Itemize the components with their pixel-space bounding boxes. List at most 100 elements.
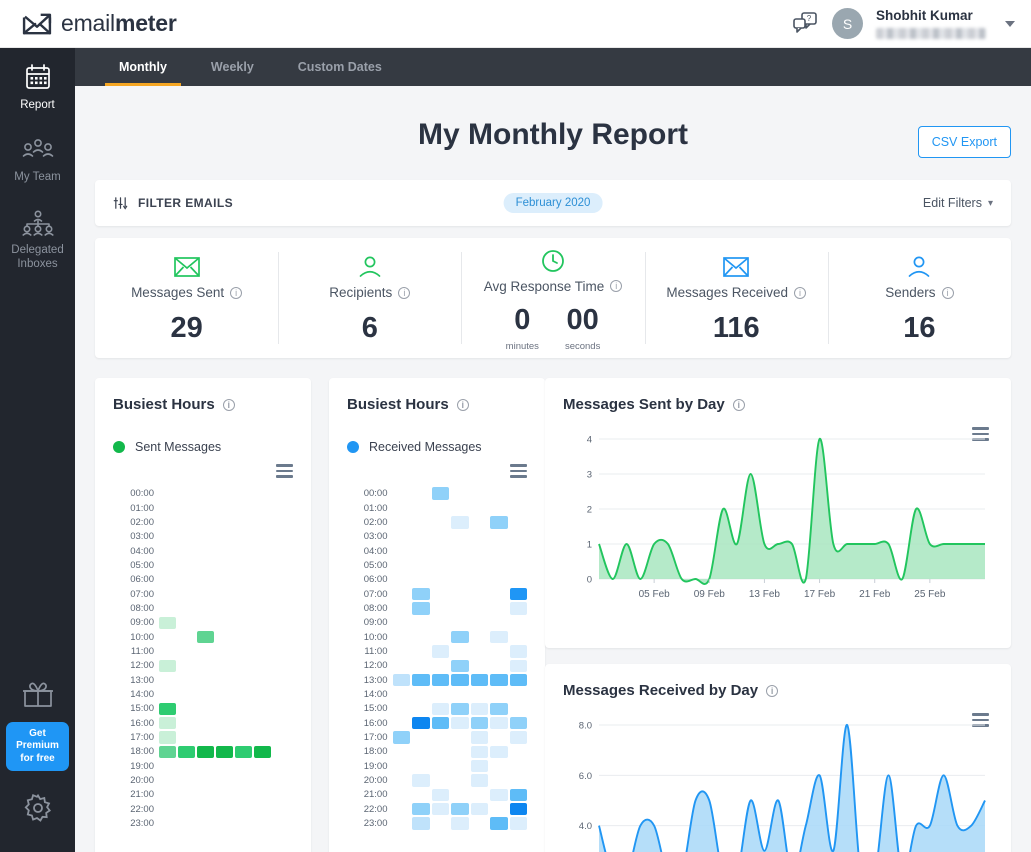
heatmap-cell[interactable] [451,817,469,830]
avatar[interactable]: S [832,8,863,39]
heatmap-cell[interactable] [432,803,450,816]
info-icon[interactable]: i [398,287,410,299]
edit-filters-button[interactable]: Edit Filters ▾ [923,196,993,210]
heatmap-cell[interactable] [197,631,214,644]
heatmap-cell[interactable] [510,602,528,615]
heatmap-cell[interactable] [432,789,450,802]
help-chat-icon[interactable]: ? [791,10,819,38]
heatmap-cell[interactable] [451,674,469,687]
heatmap-cell[interactable] [490,516,508,529]
sidebar-item-report[interactable]: Report [0,48,75,122]
heatmap-cell[interactable] [254,746,271,759]
heatmap-cell[interactable] [490,703,508,716]
heatmap-cell[interactable] [490,817,508,830]
hamburger-menu-icon[interactable] [276,464,293,481]
chevron-down-icon[interactable] [1005,21,1015,27]
heatmap-cell[interactable] [178,746,195,759]
legend-sent[interactable]: Sent Messages [113,440,293,454]
heatmap-cell[interactable] [510,645,528,658]
heatmap-cell [216,545,233,558]
heatmap-cell[interactable] [510,731,528,744]
envelope-arrow-icon [22,12,52,36]
info-icon[interactable]: i [457,399,469,411]
heatmap-cell[interactable] [490,717,508,730]
heatmap-cell[interactable] [490,789,508,802]
heatmap-cell[interactable] [451,631,469,644]
filter-left[interactable]: FILTER EMAILS [113,196,233,211]
heatmap-cell[interactable] [432,703,450,716]
info-icon[interactable]: i [230,287,242,299]
heatmap-cell[interactable] [510,660,528,673]
heatmap-cell[interactable] [451,660,469,673]
heatmap-cell[interactable] [412,588,430,601]
heatmap-cell[interactable] [471,803,489,816]
hamburger-menu-icon[interactable] [510,464,527,481]
info-icon[interactable]: i [942,287,954,299]
heatmap-cell[interactable] [471,703,489,716]
heatmap-cell[interactable] [159,703,176,716]
info-icon[interactable]: i [610,280,622,292]
heatmap-cell[interactable] [412,602,430,615]
heatmap-cell[interactable] [471,717,489,730]
heatmap-cell[interactable] [510,717,528,730]
heatmap-cell[interactable] [510,817,528,830]
get-premium-button[interactable]: Get Premium for free [6,722,69,772]
heatmap-cell[interactable] [412,674,430,687]
heatmap-cell[interactable] [510,789,528,802]
heatmap-cell[interactable] [412,717,430,730]
heatmap-cell[interactable] [451,803,469,816]
info-icon[interactable]: i [794,287,806,299]
csv-export-button[interactable]: CSV Export [918,126,1011,158]
heatmap-cell[interactable] [451,516,469,529]
heatmap-cell[interactable] [510,674,528,687]
info-icon[interactable]: i [223,399,235,411]
heatmap-cell[interactable] [471,674,489,687]
heatmap-cell[interactable] [432,487,450,500]
heatmap-cell[interactable] [432,717,450,730]
app-logo[interactable]: emailmeter [22,10,177,37]
heatmap-cell[interactable] [510,588,528,601]
heatmap-cell[interactable] [159,746,176,759]
info-icon[interactable]: i [733,399,745,411]
settings-icon-wrap[interactable] [23,793,53,828]
heatmap-cell [393,559,411,572]
user-info[interactable]: Shobhit Kumar [876,8,986,39]
tab-custom-dates[interactable]: Custom Dates [276,48,404,86]
heatmap-cell[interactable] [490,674,508,687]
area-chart-received: 4.06.08.0 [563,717,993,852]
heatmap-cell[interactable] [197,746,214,759]
tab-weekly[interactable]: Weekly [189,48,276,86]
heatmap-cell[interactable] [471,731,489,744]
heatmap-cell[interactable] [159,731,176,744]
heatmap-cell[interactable] [159,617,176,630]
heatmap-cell[interactable] [432,645,450,658]
date-range-pill[interactable]: February 2020 [504,193,603,213]
heatmap-cell[interactable] [490,746,508,759]
sidebar-item-delegated-inboxes[interactable]: Delegated Inboxes [0,195,75,282]
heatmap-cell[interactable] [393,731,411,744]
heatmap-cell[interactable] [216,746,233,759]
legend-received[interactable]: Received Messages [347,440,527,454]
heatmap-cell[interactable] [412,774,430,787]
heatmap-cell[interactable] [412,817,430,830]
info-icon[interactable]: i [766,685,778,697]
heatmap-cell[interactable] [471,760,489,773]
heatmap-cell[interactable] [235,746,252,759]
heatmap-cell[interactable] [490,631,508,644]
heatmap-hour-label: 02:00 [113,517,159,528]
sidebar-item-my-team[interactable]: My Team [0,122,75,194]
heatmap-cell[interactable] [159,660,176,673]
heatmap-cell[interactable] [451,703,469,716]
heatmap-cell[interactable] [432,674,450,687]
heatmap-cell[interactable] [471,746,489,759]
heatmap-hour-label: 00:00 [347,488,393,499]
heatmap-cell[interactable] [412,803,430,816]
heatmap-cell[interactable] [510,803,528,816]
heatmap-cell [254,573,271,586]
heatmap-cell[interactable] [393,674,411,687]
heatmap-cell[interactable] [451,717,469,730]
heatmap-cell[interactable] [159,717,176,730]
heatmap-cell[interactable] [471,774,489,787]
tab-monthly[interactable]: Monthly [97,48,189,86]
heatmap-cell [471,789,489,802]
